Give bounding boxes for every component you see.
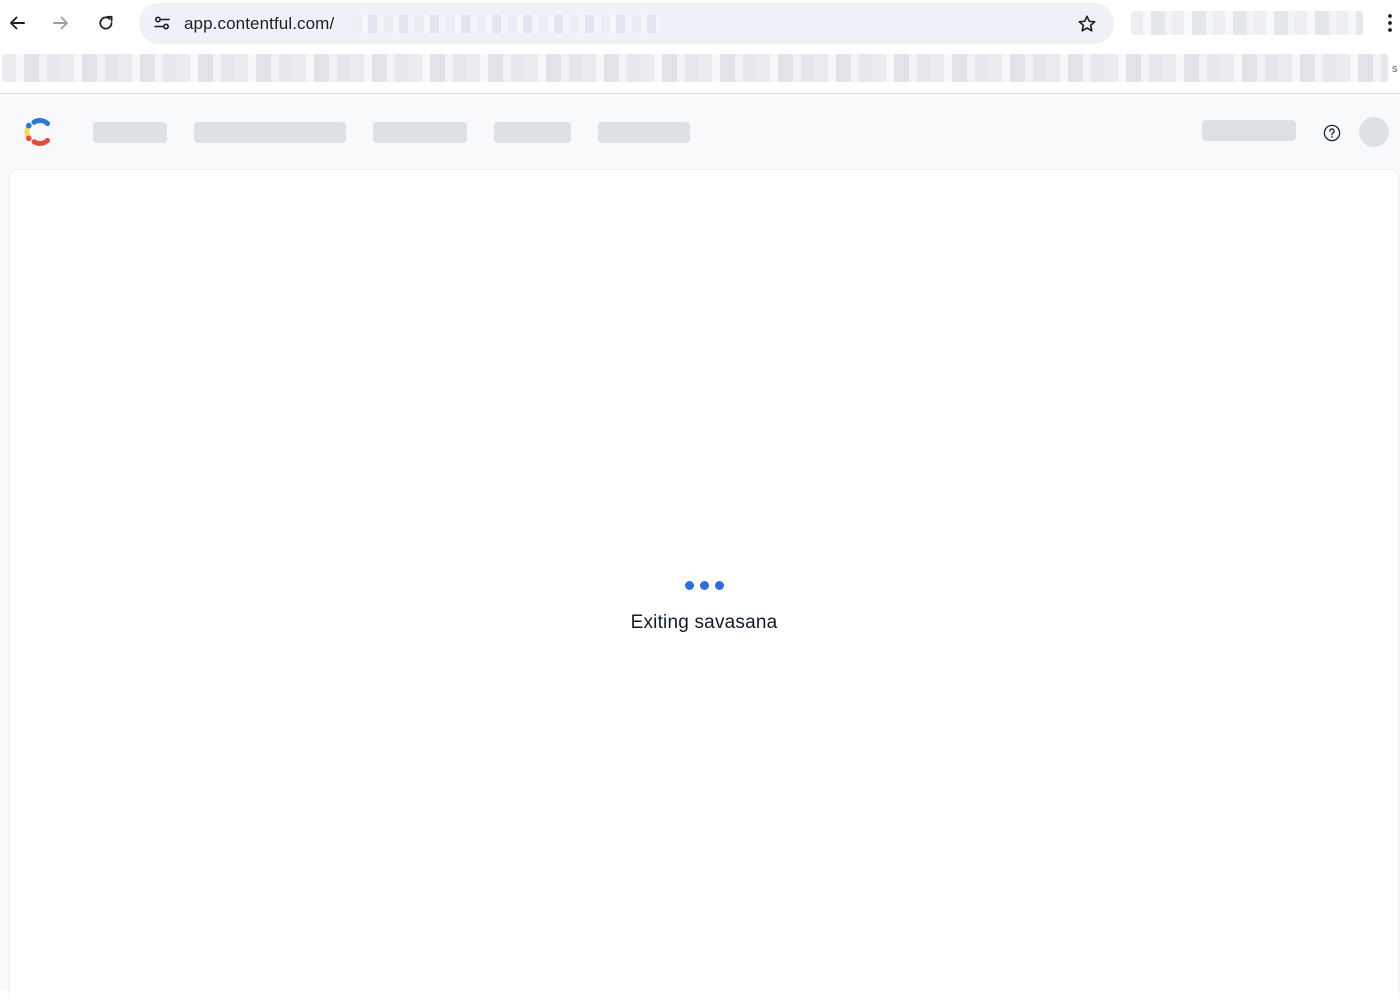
arrow-left-icon (10, 16, 25, 30)
loading-dot (714, 581, 724, 590)
app-top-nav (0, 95, 1400, 170)
site-info-button[interactable] (147, 8, 177, 38)
kebab-menu-icon (1388, 14, 1392, 32)
reload-button[interactable] (90, 7, 122, 39)
forward-button[interactable] (45, 7, 77, 39)
loading-indicator: Exiting savasana (10, 581, 1398, 634)
help-circle-icon (1323, 124, 1341, 142)
bookmarks-redacted[interactable] (2, 54, 1388, 82)
main-content-card: Exiting savasana (10, 170, 1398, 1000)
help-button[interactable] (1320, 121, 1344, 145)
reload-icon (99, 15, 113, 30)
contentful-logo[interactable] (22, 116, 52, 148)
nav-item-skeleton (93, 122, 167, 143)
loading-message: Exiting savasana (630, 612, 778, 633)
bookmark-edge-glyph: s (1392, 63, 1398, 75)
nav-item-skeleton (373, 122, 467, 143)
tune-icon (154, 16, 170, 30)
loading-dot (684, 581, 694, 590)
avatar[interactable] (1359, 117, 1389, 147)
nav-action-skeleton (1202, 120, 1296, 141)
url-redacted-segment (353, 15, 661, 33)
contentful-logo-icon (24, 118, 50, 146)
loading-dot (699, 581, 709, 590)
nav-item-skeleton (494, 122, 571, 143)
back-button[interactable] (1, 7, 33, 39)
profile-area-redacted[interactable] (1131, 11, 1363, 35)
loading-dots (684, 581, 724, 591)
arrow-right-icon (53, 16, 68, 30)
browser-toolbar: app.contentful.com/ (0, 0, 1400, 46)
url-text: app.contentful.com/ (184, 14, 335, 33)
nav-item-skeleton (194, 122, 346, 143)
star-icon (1078, 15, 1096, 32)
bookmark-star-button[interactable] (1074, 11, 1100, 37)
browser-menu-button[interactable] (1379, 7, 1400, 39)
address-bar[interactable]: app.contentful.com/ (139, 3, 1114, 44)
nav-item-skeleton (598, 122, 690, 143)
bookmarks-bar: s (0, 46, 1400, 94)
